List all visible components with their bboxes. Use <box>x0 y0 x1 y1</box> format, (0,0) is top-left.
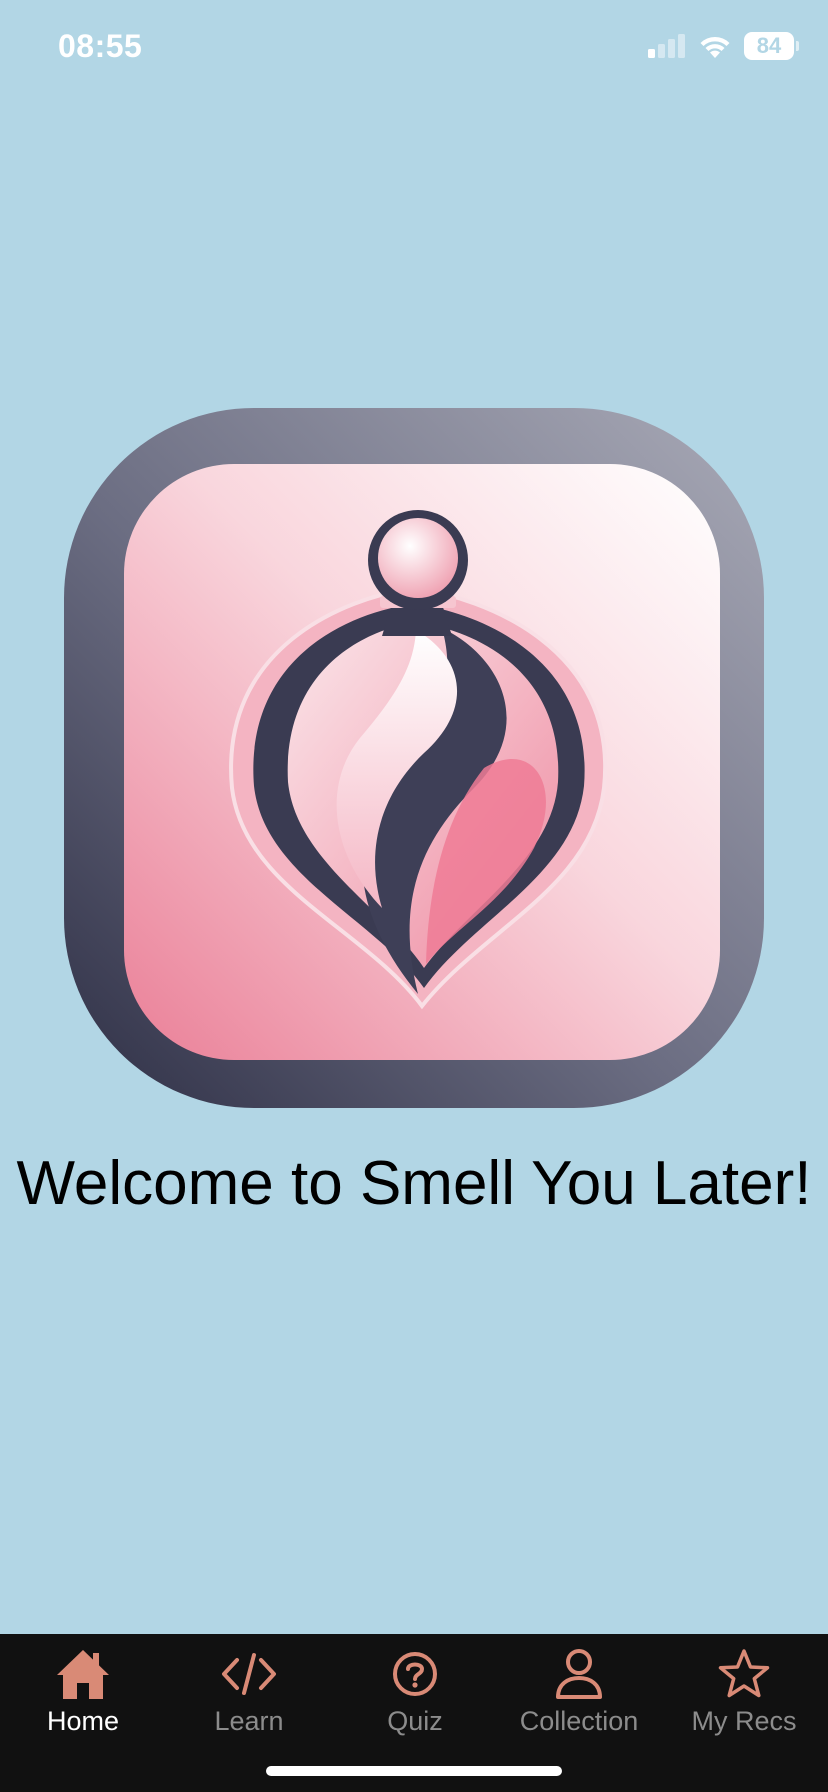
home-icon <box>53 1644 113 1704</box>
star-icon <box>714 1644 774 1704</box>
wifi-icon <box>700 36 730 58</box>
question-circle-icon <box>385 1644 445 1704</box>
battery-level: 84 <box>756 33 782 58</box>
tab-label-my-recs: My Recs <box>691 1706 797 1736</box>
code-icon <box>219 1644 279 1704</box>
perfume-bottle-logo-icon <box>64 408 764 1108</box>
user-icon <box>549 1644 609 1704</box>
welcome-heading: Welcome to Smell You Later! <box>16 1149 812 1218</box>
status-indicators: 84 <box>648 32 799 60</box>
tab-home[interactable]: Home <box>0 1644 166 1744</box>
battery-icon: 84 <box>744 32 799 60</box>
cellular-signal-icon <box>648 34 685 58</box>
status-time: 08:55 <box>58 28 143 64</box>
tab-quiz[interactable]: Quiz <box>332 1644 498 1744</box>
home-indicator[interactable] <box>266 1766 562 1776</box>
tab-label-quiz: Quiz <box>387 1706 443 1736</box>
tab-label-home: Home <box>46 1706 120 1736</box>
status-bar: 08:55 84 <box>0 0 828 100</box>
app-logo <box>64 408 764 1108</box>
tab-collection[interactable]: Collection <box>496 1644 662 1744</box>
tab-label-learn: Learn <box>214 1706 284 1736</box>
tab-learn[interactable]: Learn <box>166 1644 332 1744</box>
tab-label-collection: Collection <box>519 1706 639 1736</box>
tab-my-recs[interactable]: My Recs <box>661 1644 827 1744</box>
